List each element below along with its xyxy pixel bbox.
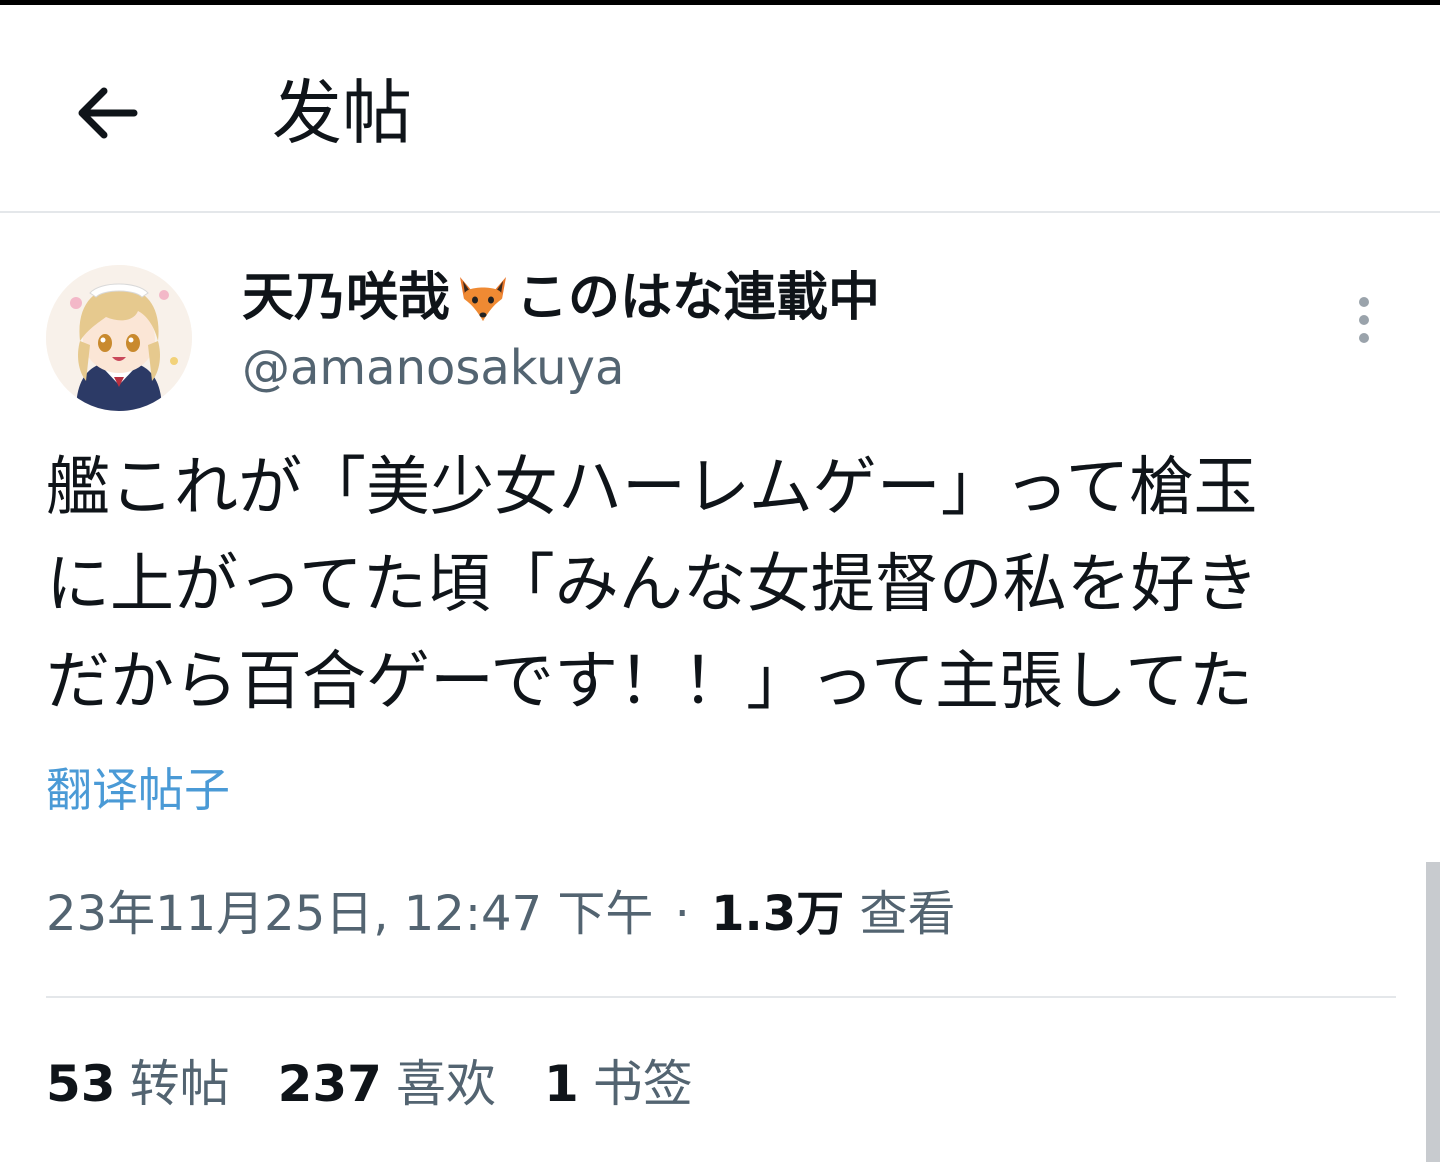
avatar-image <box>46 265 192 411</box>
more-options-button[interactable] <box>1342 290 1386 350</box>
translate-post-link[interactable]: 翻译帖子 <box>46 760 230 820</box>
more-dot <box>1359 297 1369 307</box>
tweet-meta: 23年11月25日, 12:47 下午 · 1.3万 查看 <box>46 882 955 946</box>
more-dot <box>1359 315 1369 325</box>
author-name-part2: このはな連載中 <box>516 268 881 328</box>
likes-count: 237 <box>277 1055 382 1113</box>
page-title: 发帖 <box>272 72 412 154</box>
tweet-text-line: 艦これが「美少女ハーレムゲー」って槍玉 <box>46 451 1258 525</box>
back-button[interactable] <box>64 71 148 155</box>
header-bar: 发帖 <box>0 5 1440 211</box>
meta-divider <box>46 996 1396 998</box>
avatar[interactable] <box>46 265 192 411</box>
bookmarks-label: 书签 <box>592 1055 693 1113</box>
views-label: 查看 <box>859 886 956 942</box>
tweet-detail-page: 发帖 天乃咲哉 このはな連載中 @amanosakuya 艦これが「美少女ハーレ… <box>0 0 1440 1162</box>
views-count: 1.3万 <box>711 886 845 942</box>
likes-stat[interactable]: 237 喜欢 <box>278 1052 496 1116</box>
fox-icon <box>454 269 512 327</box>
reposts-stat[interactable]: 53 转帖 <box>46 1052 230 1116</box>
likes-label: 喜欢 <box>395 1055 496 1113</box>
bookmarks-count: 1 <box>543 1055 579 1113</box>
tweet-text-line: だから百合ゲーです！！」って主張してた <box>46 645 1254 719</box>
scrollbar[interactable] <box>1426 862 1440 1162</box>
timestamp[interactable]: 23年11月25日, 12:47 下午 <box>46 886 653 942</box>
meta-separator: · <box>674 886 690 942</box>
header-divider <box>0 211 1440 213</box>
arrow-left-icon <box>78 87 138 139</box>
reposts-count: 53 <box>46 1055 116 1113</box>
author-name-part1: 天乃咲哉 <box>242 268 451 328</box>
reposts-label: 转帖 <box>129 1055 230 1113</box>
more-dot <box>1359 333 1369 343</box>
bookmarks-stat[interactable]: 1 书签 <box>544 1052 693 1116</box>
tweet-text-line: に上がってた頃「みんな女提督の私を好き <box>46 548 1259 622</box>
author-handle[interactable]: @amanosakuya <box>242 338 624 398</box>
author-name[interactable]: 天乃咲哉 このはな連載中 <box>242 266 880 330</box>
tweet-text: 艦これが「美少女ハーレムゲー」って槍玉 に上がってた頃「みんな女提督の私を好き … <box>46 440 1366 731</box>
engagement-stats: 53 转帖 237 喜欢 1 书签 <box>46 1052 693 1116</box>
